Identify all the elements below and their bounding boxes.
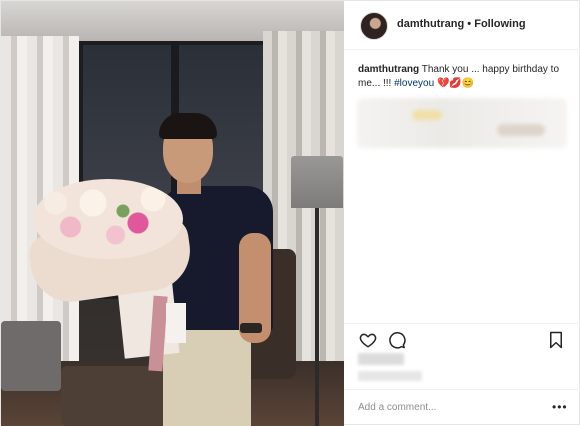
blurred-comment-part xyxy=(497,124,545,136)
comment-input[interactable] xyxy=(358,399,538,415)
caption-emoji: 💔💋😊 xyxy=(436,78,475,89)
blurred-comment-part xyxy=(412,110,442,120)
header-username[interactable]: damthutrang xyxy=(397,18,464,30)
divider xyxy=(344,323,580,324)
photo-ottoman xyxy=(61,366,171,426)
timestamp-blurred xyxy=(358,371,422,381)
photo-chair xyxy=(1,321,61,391)
blurred-comment xyxy=(357,98,567,148)
photo-person-watch xyxy=(240,323,262,333)
heart-icon[interactable] xyxy=(359,331,377,349)
caption-hashtag[interactable]: #loveyou xyxy=(394,78,434,89)
caption-username[interactable]: damthutrang xyxy=(358,64,419,75)
comment-icon[interactable] xyxy=(388,331,406,349)
divider xyxy=(344,389,580,390)
photo-person-hair xyxy=(159,113,217,139)
avatar[interactable] xyxy=(360,12,388,40)
following-button[interactable]: Following xyxy=(474,18,525,30)
photo-lamp-pole xyxy=(315,208,319,426)
post-caption: damthutrang Thank you ... happy birthday… xyxy=(358,63,568,91)
likes-count-blurred xyxy=(358,353,404,365)
photo-bouquet-tag xyxy=(166,303,186,343)
instagram-post: damthutrang • Following damthutrang Than… xyxy=(0,0,580,426)
more-icon[interactable]: ••• xyxy=(552,401,568,413)
bookmark-icon[interactable] xyxy=(549,331,563,349)
post-photo[interactable] xyxy=(1,1,344,426)
photo-lamp-shade xyxy=(291,156,343,208)
header-separator: • xyxy=(467,18,472,30)
header-line: damthutrang • Following xyxy=(397,18,526,30)
photo-bouquet-flowers xyxy=(33,179,183,259)
